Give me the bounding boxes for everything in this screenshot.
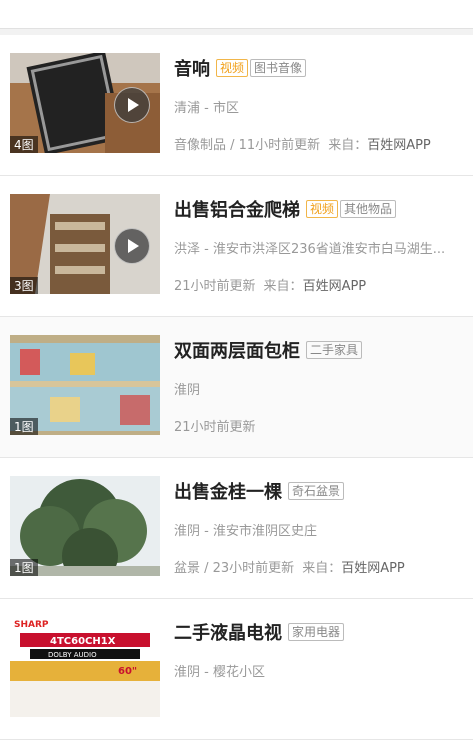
- listing-location: 淮阴 - 淮安市淮阴区史庄: [174, 524, 317, 539]
- video-tag: 视频: [216, 59, 249, 77]
- listing-location: 清浦 - 市区: [174, 101, 239, 116]
- model-label: 4TC60CH1X: [50, 636, 116, 647]
- listing-title[interactable]: 出售金桂一棵: [174, 478, 282, 504]
- source-name: 百姓网APP: [341, 561, 405, 576]
- image-count-badge: 1图: [10, 559, 38, 576]
- play-video-icon[interactable]: [114, 228, 150, 264]
- category-and-time: 音像制品 / 11小时前更新: [174, 138, 321, 153]
- listing-title[interactable]: 双面两层面包柜: [174, 337, 300, 363]
- list-item[interactable]: SHARP 4TC60CH1X DOLBY AUDIO 60" 二手液晶电视 家…: [0, 599, 473, 740]
- time-updated: 21小时前更新: [174, 420, 256, 435]
- listing-meta: 21小时前更新: [174, 416, 461, 435]
- listing-photo[interactable]: SHARP 4TC60CH1X DOLBY AUDIO 60": [10, 617, 160, 717]
- listing-title[interactable]: 音响: [174, 55, 210, 81]
- list-item[interactable]: 3图 出售铝合金爬梯 视频 其他物品 洪泽 - 淮安市洪泽区236省道淮安市白马…: [0, 176, 473, 317]
- size-label: 60": [118, 666, 137, 677]
- listing-photo[interactable]: 1图: [10, 476, 160, 576]
- source-name: 百姓网APP: [367, 138, 431, 153]
- category-tag: 二手家具: [306, 341, 363, 359]
- listing-location: 淮阴 - 樱花小区: [174, 665, 265, 680]
- lcd-tv-image: SHARP 4TC60CH1X DOLBY AUDIO 60": [10, 617, 160, 717]
- listing-meta: 盆景 / 23小时前更新 来自：百姓网APP: [174, 557, 461, 576]
- audio-label: DOLBY AUDIO: [48, 651, 97, 659]
- listing-meta: 音像制品 / 11小时前更新 来自：百姓网APP: [174, 134, 461, 153]
- source-name: 百姓网APP: [302, 279, 367, 294]
- image-count-badge: 4图: [10, 136, 38, 153]
- video-tag: 视频: [306, 200, 339, 218]
- source-label: 来自：: [328, 138, 368, 153]
- list-item[interactable]: 1图 双面两层面包柜 二手家具 淮阴 21小时前更新: [0, 317, 473, 458]
- category-and-time: 盆景 / 23小时前更新: [174, 561, 295, 576]
- category-tag: 其他物品: [340, 200, 397, 218]
- listing-title[interactable]: 出售铝合金爬梯: [174, 196, 300, 222]
- list-item[interactable]: 1图 出售金桂一棵 奇石盆景 淮阴 - 淮安市淮阴区史庄 盆景 / 23小时前更…: [0, 458, 473, 599]
- listing-photo[interactable]: 1图: [10, 335, 160, 435]
- image-count-badge: 1图: [10, 418, 38, 435]
- top-bar: [0, 0, 473, 29]
- category-tag: 图书音像: [250, 59, 307, 77]
- time-updated: 21小时前更新: [174, 279, 256, 294]
- listing-location: 洪泽 - 淮安市洪泽区236省道淮安市白马湖生...: [174, 242, 446, 257]
- list-item[interactable]: 4图 音响 视频 图书音像 清浦 - 市区 音像制品 / 11小时前更新 来自：百…: [0, 35, 473, 176]
- image-count-badge: 3图: [10, 277, 38, 294]
- listing-title[interactable]: 二手液晶电视: [174, 619, 282, 645]
- listing-location: 淮阴: [174, 383, 201, 398]
- category-tag: 奇石盆景: [288, 482, 345, 500]
- play-video-icon[interactable]: [114, 87, 150, 123]
- listing-photo[interactable]: 4图: [10, 53, 160, 153]
- brand-label: SHARP: [14, 620, 49, 630]
- source-label: 来自：: [263, 279, 303, 294]
- listing-list: 4图 音响 视频 图书音像 清浦 - 市区 音像制品 / 11小时前更新 来自：百…: [0, 35, 473, 740]
- category-tag: 家用电器: [288, 623, 345, 641]
- listing-meta: 21小时前更新 来自：百姓网APP: [174, 275, 461, 294]
- listing-photo[interactable]: 3图: [10, 194, 160, 294]
- source-label: 来自：: [302, 561, 342, 576]
